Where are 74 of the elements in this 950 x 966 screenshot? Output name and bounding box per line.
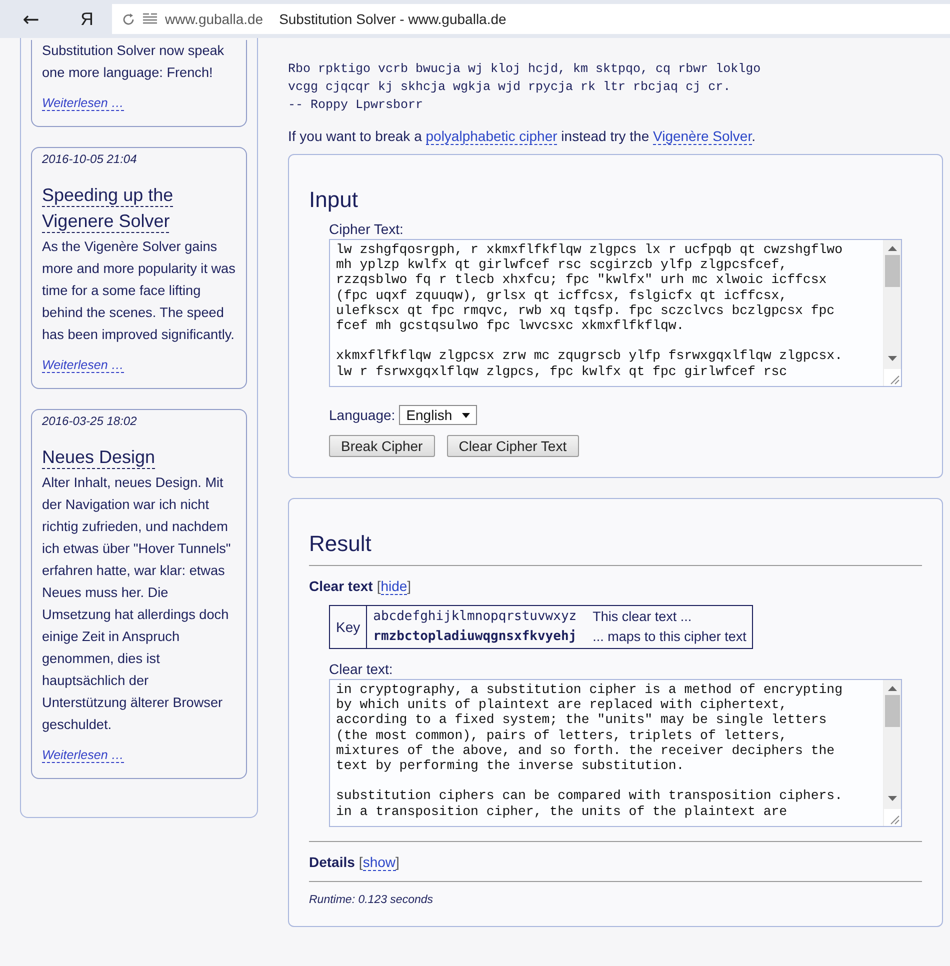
scroll-thumb[interactable]	[885, 255, 900, 287]
reader-icon[interactable]	[143, 13, 157, 25]
key-label: Key	[330, 606, 368, 648]
text-line: in cryptography, a substitution cipher is a method of encrypting	[336, 682, 844, 698]
section-heading: Result	[309, 531, 372, 557]
text-line: fcef mh gcstqsulwo fpc lwvcsxc xkmxflfkflqw.	[336, 318, 686, 334]
cipher-quote-line: -- Roppy Lpwrsborr	[288, 97, 424, 114]
clear-text-field[interactable]	[329, 679, 902, 827]
read-more-link[interactable]: Weiterlesen …	[42, 748, 124, 763]
plain-alphabet: abcdefghijklmnopqrstuvwxyz	[373, 608, 577, 626]
text-line: by which units of plaintext are replaced with ciphertext,	[336, 697, 788, 712]
read-more-link[interactable]: Weiterlesen …	[42, 96, 124, 111]
news-text: Alter Inhalt, neues Design. Mit der Navigation war ich nicht richtig zufrieden, und nachdem ich etwas über "Hover Tunnels" erfahren hatte, war klar: etwas Neues muss her. Die Umsetzung hat allerdings doch einige Zeit in Anspruch genommen, dies ist hauptsächlich der Unterstützung älterer Browser geschuldet.	[42, 474, 232, 734]
text-line: rzzqsblwo fq r tlecb xhxfcu; fpc "kwlfx" urh mc xlwoic icffcsx	[336, 272, 828, 288]
intro-text: If you want to break a polyalphabetic cipher instead try the Vigenère Solver.	[288, 128, 756, 144]
scrollbar[interactable]	[883, 680, 901, 826]
toggle-link[interactable]: show	[362, 854, 396, 871]
read-more-link[interactable]: Weiterlesen …	[42, 358, 124, 373]
cipher-text-field[interactable]	[329, 239, 902, 387]
news-title[interactable]: Neues Design	[42, 444, 236, 470]
resize-grip-icon[interactable]	[884, 369, 901, 386]
section-heading: Input	[309, 187, 359, 213]
bracket: [	[358, 854, 363, 871]
news-title[interactable]: Speeding up the Vigenere Solver	[42, 182, 236, 234]
resize-grip-icon[interactable]	[884, 809, 901, 826]
text-line: according to a fixed system; the "units" may be single letters	[336, 712, 828, 728]
text-line: (the most common), pairs of letters, triplets of letters,	[336, 728, 788, 743]
link[interactable]: Vigenère Solver	[653, 128, 752, 145]
news-date: 2016-10-05 21:04	[42, 152, 138, 166]
scrollbar[interactable]	[883, 240, 901, 386]
key-note: This clear text ...	[592, 608, 693, 626]
page-title: Substitution Solver - www.guballa.de	[279, 11, 506, 27]
scroll-thumb[interactable]	[885, 695, 900, 727]
down-arrow-icon[interactable]	[888, 796, 897, 801]
section-title: Details	[309, 854, 355, 871]
runtime-text: Runtime: 0.123 seconds	[309, 894, 434, 906]
text-line: text by performing the inverse substitution.	[336, 758, 686, 774]
cipher-quote-line: vcgg cjqcqr kj skhcja wgkja wjd rpycja rk ltr rbcjaq cj cr.	[288, 79, 732, 96]
text-line: lw r fsrwxgqxlflqw zlgpcs, fpc kwlfx qt fpc girlwfcef rsc	[336, 364, 788, 379]
browser-logo[interactable]: Я	[62, 8, 112, 30]
toggle-link[interactable]: hide	[380, 578, 408, 595]
key-note: ... maps to this cipher text	[592, 628, 746, 646]
down-arrow-icon[interactable]	[888, 356, 897, 361]
up-arrow-icon[interactable]	[888, 686, 897, 691]
bracket: ]	[407, 578, 412, 595]
text-line: lw zshgfqosrgph, r xkmxflfkflqw zlgpcs lx r ucfpqb qt cwzshgflwo	[336, 242, 844, 258]
reload-icon[interactable]	[122, 12, 135, 26]
text-line: ulefkscx qt fpc rmqvc, rwb xq tqsfp. fpc sczclvcs bczlgpcsx fpc	[336, 302, 836, 318]
news-text: As the Vigenère Solver gains more and more popularity it was time for a some face lifting behind the scenes. The speed has been improved significantly.	[42, 238, 236, 344]
text-line: xkmxflfkflqw zlgpcsx zrw mc zqugrscb ylfp fsrwxgqxlflqw zlgpcsx.	[336, 348, 844, 364]
field-label: Language:	[329, 407, 396, 423]
text-line: mh yplzp kwlfx qt girlwfcef rsc scgirzcb ylfp zlgpcsfcef,	[336, 257, 788, 272]
link[interactable]: polyalphabetic cipher	[426, 128, 558, 145]
text-line: substitution ciphers can be compared with transposition ciphers.	[336, 788, 844, 804]
cipher-alphabet: rmzbctopladiuwqgnsxfkvyehj	[373, 628, 577, 646]
action-button[interactable]: Clear Cipher Text	[446, 435, 579, 457]
caret-icon	[462, 412, 470, 418]
text-line: in a transposition cipher, the units of the plaintext are	[336, 804, 788, 819]
field-label: Clear text:	[329, 661, 394, 677]
action-button[interactable]: Break Cipher	[329, 435, 435, 457]
bracket: ]	[396, 854, 400, 871]
address-bar[interactable]: www.guballa.de Substitution Solver - www.guballa.de	[112, 4, 950, 34]
news-date: 2016-03-25 18:02	[42, 414, 138, 428]
language-dropdown[interactable]: English	[399, 405, 478, 425]
cipher-quote-line: Rbo rpktigo vcrb bwucja wj kloj hcjd, km sktpqo, cq rbwr loklgo	[288, 61, 762, 78]
back-button[interactable]: ←	[0, 7, 62, 31]
up-arrow-icon[interactable]	[888, 246, 897, 251]
bracket: [	[376, 578, 381, 595]
text-line: mixtures of the above, and so forth. the receiver deciphers the	[336, 742, 836, 758]
field-label: Cipher Text:	[329, 221, 404, 237]
section-title: Clear text	[309, 578, 373, 595]
news-text: Substitution Solver now speak one more language: French!	[42, 42, 226, 82]
text-line: (fpc uqxf zquuqw), grlsx qt icffcsx, fslgicfx qt icffcsx,	[336, 288, 788, 303]
url-domain: www.guballa.de	[165, 11, 264, 27]
